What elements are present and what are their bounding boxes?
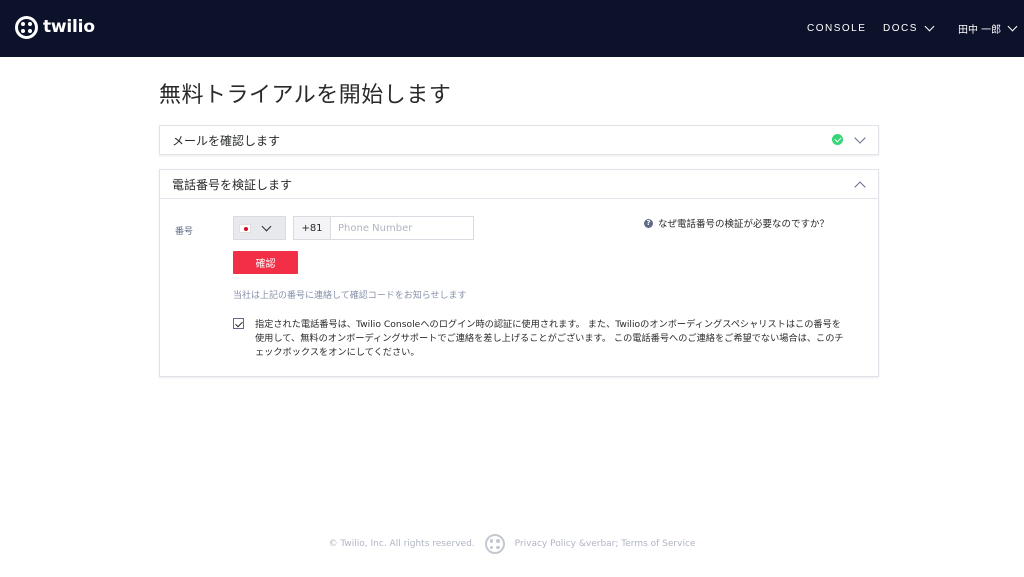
phone-input-group: +81 (293, 216, 474, 240)
why-verify-link[interactable]: ? なぜ電話番号の検証が必要なのですか？ (644, 216, 829, 230)
phone-verification-card: 電話番号を検証します 番号 +81 確認 当社は上記の番号に連絡して確認コードを… (159, 169, 879, 377)
user-name: 田中 一郎 (958, 25, 1002, 36)
country-code-select[interactable] (233, 216, 286, 240)
email-section-header[interactable]: メールを確認します (160, 126, 878, 155)
why-verify-label: なぜ電話番号の検証が必要なのですか？ (658, 219, 830, 230)
phone-section-title: 電話番号を検証します (172, 177, 293, 192)
top-navbar: twilio CONSOLE DOCS 田中 一郎 (0, 0, 1024, 57)
footer-links[interactable]: Privacy Policy &verbar; Terms of Service (515, 539, 696, 549)
nav-console-label: CONSOLE (807, 23, 867, 34)
footer: © Twilio, Inc. All rights reserved. Priv… (0, 533, 1024, 555)
footer-copyright: © Twilio, Inc. All rights reserved. (328, 539, 475, 549)
chevron-up-icon (854, 181, 866, 193)
phone-number-input[interactable] (331, 217, 473, 239)
email-section-title: メールを確認します (172, 134, 281, 148)
chevron-down-icon (924, 21, 935, 32)
question-circle-icon: ? (644, 218, 653, 228)
nav-docs-dropdown[interactable]: DOCS (883, 0, 935, 57)
phone-number-label: 番号 (175, 227, 194, 237)
twilio-logo[interactable]: twilio (15, 14, 95, 40)
phone-section-header[interactable]: 電話番号を検証します (160, 170, 878, 199)
check-circle-icon (832, 134, 843, 145)
country-prefix: +81 (294, 217, 331, 239)
japan-flag-icon (239, 223, 251, 233)
chevron-down-icon (1007, 21, 1018, 32)
logo-text: twilio (43, 17, 95, 37)
nav-console-link[interactable]: CONSOLE (807, 0, 866, 57)
page-title: 無料トライアルを開始します (159, 83, 452, 108)
email-verification-card: メールを確認します (159, 125, 879, 155)
twilio-footer-logo-icon (484, 534, 505, 554)
consent-checkbox[interactable] (233, 318, 244, 329)
confirm-button[interactable]: 確認 (233, 251, 298, 274)
chevron-down-icon (854, 132, 866, 144)
consent-text: 指定された電話番号は、Twilio Consoleへのログイン時の認証に使用され… (255, 319, 844, 358)
nav-docs-label: DOCS (883, 23, 918, 34)
verification-help-text: 当社は上記の番号に連絡して確認コードをお知らせします (233, 291, 467, 301)
twilio-logo-icon (15, 15, 38, 39)
user-menu-dropdown[interactable]: 田中 一郎 (958, 0, 1018, 57)
chevron-down-icon (261, 221, 272, 231)
